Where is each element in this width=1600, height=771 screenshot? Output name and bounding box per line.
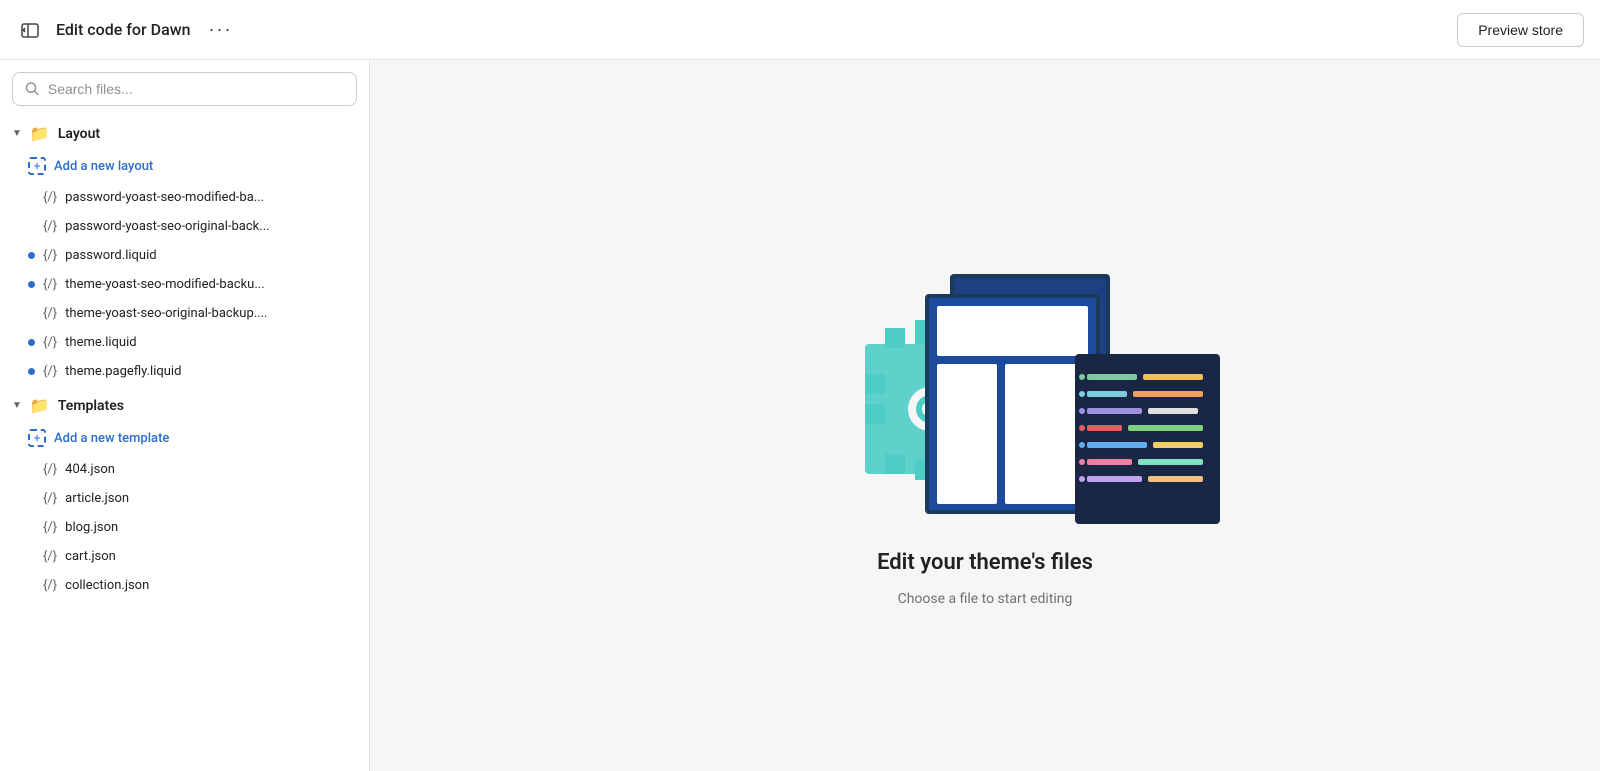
file-name: theme-yoast-seo-original-backup....: [65, 306, 267, 321]
welcome-title: Edit your theme's files: [877, 550, 1093, 575]
modified-dot: [28, 339, 35, 346]
file-code-icon: {/}: [43, 491, 57, 506]
add-layout-icon: +: [28, 157, 46, 175]
file-item[interactable]: {/} collection.json: [0, 571, 369, 600]
add-layout-button[interactable]: + Add a new layout: [0, 149, 369, 183]
file-code-icon: {/}: [43, 549, 57, 564]
welcome-subtitle: Choose a file to start editing: [898, 591, 1073, 607]
file-code-icon: {/}: [43, 248, 57, 263]
file-code-icon: {/}: [43, 462, 57, 477]
modified-dot: [28, 252, 35, 259]
file-code-icon: {/}: [43, 578, 57, 593]
back-button[interactable]: [16, 16, 44, 44]
templates-folder-icon: 📁: [30, 396, 50, 415]
modified-dot: [28, 281, 35, 288]
file-name: theme.pagefly.liquid: [65, 364, 181, 379]
file-code-icon: {/}: [43, 277, 57, 292]
file-name: cart.json: [65, 549, 116, 564]
file-item[interactable]: {/} password.liquid: [0, 241, 369, 270]
layout-folder-icon: 📁: [30, 124, 50, 143]
file-item[interactable]: {/} theme.liquid: [0, 328, 369, 357]
file-item[interactable]: {/} theme-yoast-seo-modified-backu...: [0, 270, 369, 299]
add-template-button[interactable]: + Add a new template: [0, 421, 369, 455]
welcome-title-area: Edit your theme's files: [877, 550, 1093, 575]
file-item[interactable]: {/} article.json: [0, 484, 369, 513]
welcome-box: Edit your theme's files Choose a file to…: [735, 224, 1235, 607]
back-icon: [20, 20, 40, 40]
search-icon: [25, 81, 40, 97]
templates-section-label: Templates: [58, 398, 124, 414]
file-name: article.json: [65, 491, 129, 506]
templates-section-header[interactable]: ▼ 📁 Templates: [0, 386, 369, 421]
add-template-label: Add a new template: [54, 431, 169, 446]
page-title: Edit code for Dawn: [56, 20, 191, 39]
layout-chevron: ▼: [12, 128, 22, 139]
theme-illustration: [735, 224, 1235, 534]
file-name: theme.liquid: [65, 335, 136, 350]
file-code-icon: {/}: [43, 364, 57, 379]
modified-dot: [28, 368, 35, 375]
file-name: theme-yoast-seo-modified-backu...: [65, 277, 264, 292]
file-item[interactable]: {/} blog.json: [0, 513, 369, 542]
file-code-icon: {/}: [43, 190, 57, 205]
file-item[interactable]: {/} password-yoast-seo-modified-ba...: [0, 183, 369, 212]
file-item[interactable]: {/} theme.pagefly.liquid: [0, 357, 369, 386]
file-code-icon: {/}: [43, 219, 57, 234]
preview-store-button[interactable]: Preview store: [1457, 13, 1584, 47]
file-name: password-yoast-seo-original-back...: [65, 219, 269, 234]
file-item[interactable]: {/} 404.json: [0, 455, 369, 484]
more-options-button[interactable]: ···: [201, 15, 241, 44]
file-item[interactable]: {/} cart.json: [0, 542, 369, 571]
file-code-icon: {/}: [43, 520, 57, 535]
layout-section-label: Layout: [58, 126, 100, 142]
file-name: password.liquid: [65, 248, 156, 263]
add-layout-label: Add a new layout: [54, 159, 153, 174]
file-code-icon: {/}: [43, 306, 57, 321]
add-template-icon: +: [28, 429, 46, 447]
file-item[interactable]: {/} password-yoast-seo-original-back...: [0, 212, 369, 241]
search-input[interactable]: [48, 81, 344, 97]
layout-section-header[interactable]: ▼ 📁 Layout: [0, 114, 369, 149]
file-code-icon: {/}: [43, 335, 57, 350]
main-content: Edit your theme's files Choose a file to…: [370, 60, 1600, 771]
file-name: 404.json: [65, 462, 115, 477]
file-name: collection.json: [65, 578, 149, 593]
file-name: blog.json: [65, 520, 118, 535]
file-name: password-yoast-seo-modified-ba...: [65, 190, 264, 205]
file-item[interactable]: {/} theme-yoast-seo-original-backup....: [0, 299, 369, 328]
sidebar-list: ▼ 📁 Layout + Add a new layout {/} passwo…: [0, 114, 369, 771]
search-box: [12, 72, 357, 106]
templates-chevron: ▼: [12, 400, 22, 411]
